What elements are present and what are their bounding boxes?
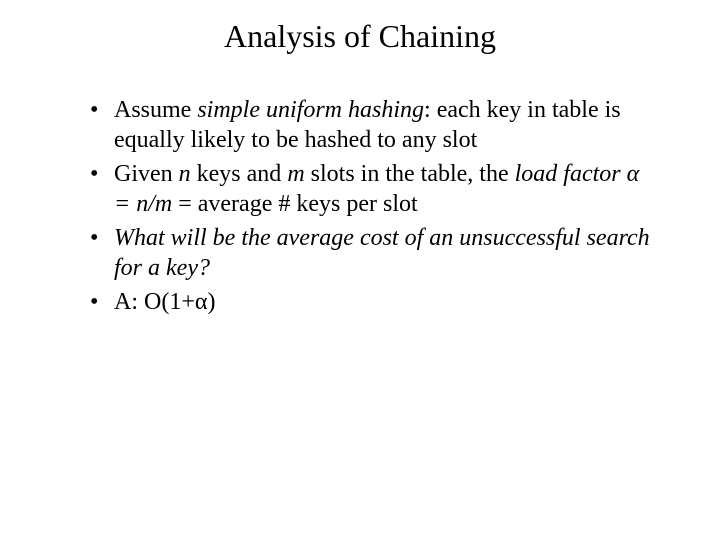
text-run: keys and — [191, 161, 288, 187]
text-run-italic: = n/m — [114, 191, 172, 217]
text-run: = average # keys per slot — [172, 191, 417, 217]
text-run: A: O(1+ — [114, 289, 195, 315]
list-item: Assume simple uniform hashing: each key … — [90, 95, 650, 155]
text-run: Given — [114, 161, 179, 187]
list-item: What will be the average cost of an unsu… — [90, 223, 650, 283]
list-item: Given n keys and m slots in the table, t… — [90, 159, 650, 219]
text-run: slots in the table, the — [305, 161, 515, 187]
text-run-italic: load factor — [515, 161, 627, 187]
alpha-symbol: α — [195, 289, 208, 315]
bullet-list: Assume simple uniform hashing: each key … — [50, 95, 670, 317]
alpha-symbol: α — [627, 161, 640, 187]
text-run-italic: n — [179, 161, 191, 187]
text-run-italic: simple uniform hashing — [197, 97, 424, 123]
text-run: ) — [207, 289, 215, 315]
list-item: A: O(1+α) — [90, 287, 650, 317]
slide-title: Analysis of Chaining — [50, 18, 670, 55]
text-run-italic: m — [287, 161, 304, 187]
text-run-italic: What will be the average cost of an unsu… — [114, 225, 650, 281]
slide: Analysis of Chaining Assume simple unifo… — [0, 0, 720, 540]
text-run: Assume — [114, 97, 197, 123]
